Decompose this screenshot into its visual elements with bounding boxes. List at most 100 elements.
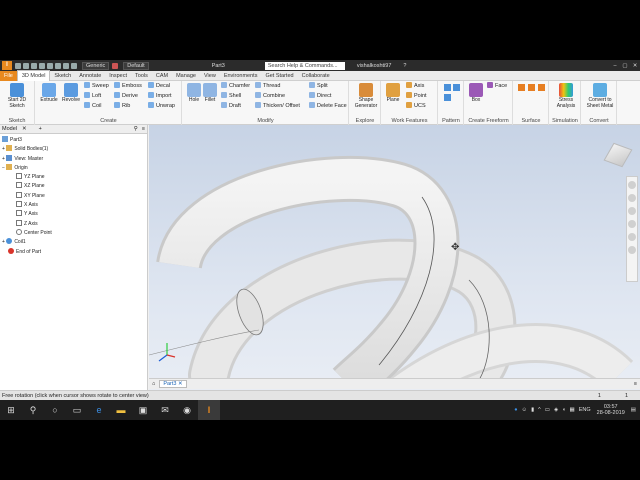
people-icon[interactable]: ☺ (522, 407, 528, 413)
inventor-logo-icon[interactable]: I (2, 61, 12, 70)
browser-menu-icon[interactable]: ≡ (142, 126, 145, 132)
pan-icon[interactable] (628, 194, 636, 202)
notification-icon[interactable]: ▤ (631, 407, 636, 413)
save-icon[interactable] (31, 62, 37, 69)
volume-icon[interactable]: ◖ (562, 407, 565, 413)
tab-3d-model[interactable]: 3D Model (16, 70, 51, 81)
language-indicator[interactable]: ENG (579, 407, 591, 413)
box-button[interactable]: Box (465, 83, 487, 104)
mirror-icon[interactable] (444, 94, 451, 101)
cortana-icon[interactable]: ○ (44, 400, 66, 420)
select-icon[interactable] (71, 62, 77, 69)
task-view-icon[interactable]: ▭ (66, 400, 88, 420)
circular-pattern-icon[interactable] (453, 84, 460, 91)
browser-add-button[interactable]: + (39, 126, 42, 132)
tab-environments[interactable]: Environments (220, 71, 262, 81)
tree-item-end-of-part[interactable]: End of Part (0, 247, 147, 257)
derive-button[interactable]: Derive (114, 92, 138, 101)
help-button[interactable]: ? (403, 63, 406, 69)
search-icon[interactable]: ⚲ (22, 400, 44, 420)
tab-view[interactable]: View (200, 71, 220, 81)
windows-start-icon[interactable]: ⊞ (0, 400, 22, 420)
unwrap-button[interactable]: Unwrap (148, 102, 175, 111)
coil-button[interactable]: Coil (84, 102, 101, 111)
graphics-viewport[interactable]: ✥ (149, 125, 640, 420)
mail-icon[interactable]: ✉ (154, 400, 176, 420)
shell-button[interactable]: Shell (221, 92, 241, 101)
sweep-button[interactable]: Sweep (84, 82, 109, 91)
tab-manage[interactable]: Manage (172, 71, 200, 81)
axis-button[interactable]: Axis (406, 82, 424, 91)
fillet-button[interactable]: Fillet (199, 83, 221, 104)
face-button[interactable]: Face (487, 82, 507, 91)
import-button[interactable]: Import (148, 92, 172, 101)
tree-item-xz-plane[interactable]: XZ Plane (0, 182, 147, 191)
tab-sketch[interactable]: Sketch (50, 71, 75, 81)
tab-file[interactable]: File (0, 70, 17, 81)
tree-item-x-axis[interactable]: X Axis (0, 201, 147, 210)
open-icon[interactable] (23, 62, 29, 69)
loft-button[interactable]: Loft (84, 92, 101, 101)
tree-item-center-point[interactable]: Center Point (0, 228, 147, 238)
update-icon[interactable] (63, 62, 69, 69)
file-explorer-icon[interactable]: ▬ (110, 400, 132, 420)
new-icon[interactable] (15, 62, 21, 69)
full-navigation-wheel-icon[interactable] (628, 181, 636, 189)
inventor-taskbar-icon[interactable]: I (198, 400, 220, 420)
battery-icon[interactable]: ▭ (545, 407, 550, 413)
draft-button[interactable]: Draft (221, 102, 241, 111)
home-tab-icon[interactable]: ⌂ (152, 381, 155, 387)
direct-button[interactable]: Direct (309, 92, 331, 101)
help-tray-icon[interactable]: ● (514, 407, 517, 413)
split-button[interactable]: Split (309, 82, 328, 91)
tab-tools[interactable]: Tools (131, 71, 152, 81)
start-sketch-button[interactable]: Start 2D Sketch (6, 83, 28, 109)
combine-button[interactable]: Combine (255, 92, 285, 101)
sculpt-icon[interactable] (538, 84, 545, 91)
clock[interactable]: 03:57 28-08-2019 (597, 404, 625, 417)
tab-get-started[interactable]: Get Started (261, 71, 297, 81)
tree-item-solid-bodies[interactable]: + Solid Bodies(1) (0, 145, 147, 154)
close-button[interactable]: ✕ (630, 63, 640, 69)
appearance-dropdown[interactable]: Default (123, 61, 149, 70)
store-icon[interactable]: ▣ (132, 400, 154, 420)
rectangular-pattern-icon[interactable] (444, 84, 451, 91)
tree-item-origin[interactable]: − Origin (0, 163, 147, 173)
browser-title[interactable]: Model (2, 126, 17, 132)
chrome-icon[interactable]: ◉ (176, 400, 198, 420)
network-icon[interactable]: ◈ (554, 407, 558, 413)
minimize-button[interactable]: – (610, 63, 620, 69)
maximize-button[interactable]: ▢ (620, 63, 630, 69)
decal-button[interactable]: Decal (148, 82, 170, 91)
revolve-button[interactable]: Revolve (60, 83, 82, 104)
tab-close-icon[interactable]: ✕ (178, 381, 183, 387)
point-button[interactable]: Point (406, 92, 427, 101)
keyboard-icon[interactable]: ▦ (570, 407, 575, 413)
view-face-icon[interactable] (628, 246, 636, 254)
tree-item-coil[interactable]: + Coil1 (0, 238, 147, 247)
help-search-input[interactable]: Search Help & Commands... (264, 61, 345, 70)
home-icon[interactable] (55, 62, 61, 69)
thicken-offset-button[interactable]: Thicken/ Offset (255, 102, 300, 111)
stitch-icon[interactable] (518, 84, 525, 91)
extrude-button[interactable]: Extrude (38, 83, 60, 104)
delete-face-button[interactable]: Delete Face (309, 102, 347, 111)
tree-item-yz-plane[interactable]: YZ Plane (0, 173, 147, 182)
tree-item-view[interactable]: + View: Master (0, 154, 147, 164)
user-account[interactable]: vishalkoshti97 (357, 63, 392, 69)
edge-icon[interactable]: e (88, 400, 110, 420)
rib-button[interactable]: Rib (114, 102, 130, 111)
tree-item-xy-plane[interactable]: XY Plane (0, 191, 147, 201)
tree-item-part[interactable]: Part3 (0, 136, 147, 145)
zoom-icon[interactable] (628, 207, 636, 215)
tab-collaborate[interactable]: Collaborate (298, 71, 334, 81)
browser-search-icon[interactable]: ⚲ (134, 126, 138, 132)
tree-item-z-axis[interactable]: Z Axis (0, 219, 147, 229)
tab-cam[interactable]: CAM (152, 71, 172, 81)
chevron-up-icon[interactable]: ^ (538, 407, 541, 413)
tab-annotate[interactable]: Annotate (75, 71, 105, 81)
tab-menu-icon[interactable]: ≡ (634, 381, 637, 387)
chamfer-button[interactable]: Chamfer (221, 82, 250, 91)
emboss-button[interactable]: Emboss (114, 82, 142, 91)
convert-sheet-metal-button[interactable]: Convert to Sheet Metal (584, 83, 616, 109)
